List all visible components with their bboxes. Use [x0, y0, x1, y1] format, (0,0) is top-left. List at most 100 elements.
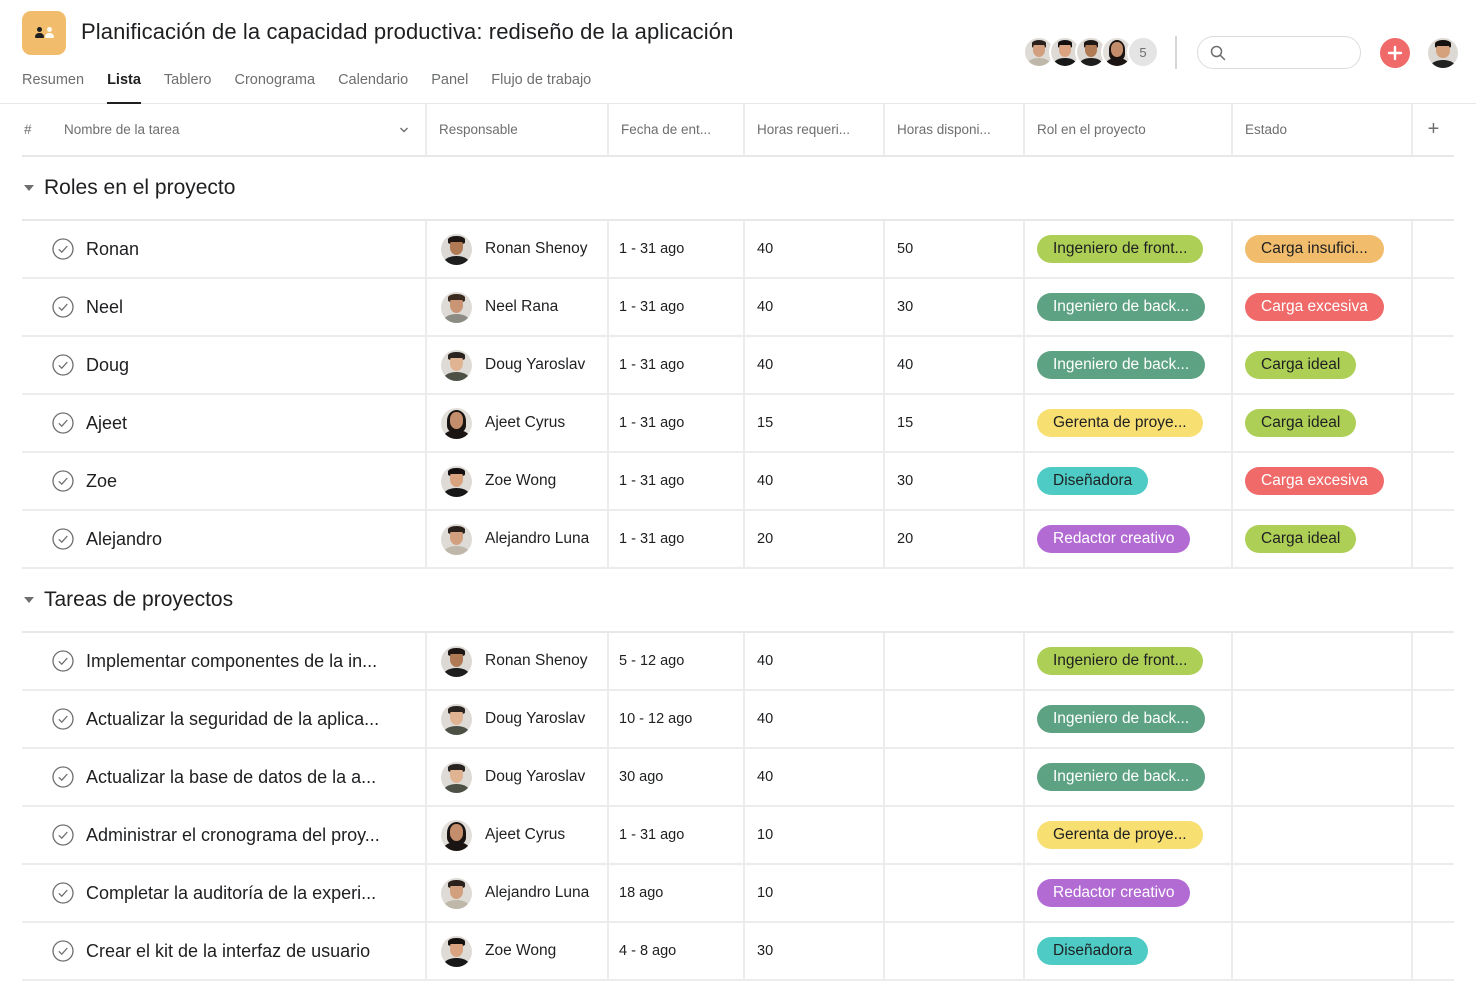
tab-panel[interactable]: Panel: [431, 70, 468, 104]
hours-required-cell[interactable]: 40: [745, 453, 885, 509]
column-header-hours-required[interactable]: Horas requeri...: [745, 104, 885, 155]
state-cell[interactable]: [1233, 749, 1413, 805]
due-date-cell[interactable]: 1 - 31 ago: [609, 511, 745, 567]
column-header-role[interactable]: Rol en el proyecto: [1025, 104, 1233, 155]
hours-available-cell[interactable]: 40: [885, 337, 1025, 393]
hours-available-cell[interactable]: 15: [885, 395, 1025, 451]
role-cell[interactable]: Ingeniero de back...: [1025, 279, 1233, 335]
add-button[interactable]: [1380, 38, 1410, 68]
tab-lista[interactable]: Lista: [107, 70, 141, 104]
collapse-triangle-icon[interactable]: [24, 597, 34, 603]
role-cell[interactable]: Redactor creativo: [1025, 865, 1233, 921]
hours-required-cell[interactable]: 15: [745, 395, 885, 451]
hours-required-cell[interactable]: 10: [745, 807, 885, 863]
role-cell[interactable]: Ingeniero de back...: [1025, 691, 1233, 747]
hours-required-cell[interactable]: 30: [745, 923, 885, 979]
state-cell[interactable]: Carga insufici...: [1233, 221, 1413, 277]
hours-required-cell[interactable]: 20: [745, 511, 885, 567]
due-date-cell[interactable]: 1 - 31 ago: [609, 337, 745, 393]
role-cell[interactable]: Ingeniero de front...: [1025, 633, 1233, 689]
due-date-cell[interactable]: 1 - 31 ago: [609, 279, 745, 335]
check-circle-icon[interactable]: [52, 766, 74, 788]
section-title[interactable]: Tareas de proyectos: [44, 588, 233, 612]
state-tag[interactable]: Carga excesiva: [1245, 293, 1384, 321]
people-icon[interactable]: [22, 11, 66, 55]
role-cell[interactable]: Ingeniero de front...: [1025, 221, 1233, 277]
state-cell[interactable]: Carga ideal: [1233, 337, 1413, 393]
task-name[interactable]: Implementar componentes de la in...: [86, 651, 377, 672]
assignee-cell[interactable]: Doug Yaroslav: [427, 691, 609, 747]
check-circle-icon[interactable]: [52, 528, 74, 550]
check-circle-icon[interactable]: [52, 650, 74, 672]
task-name-cell[interactable]: Ronan: [22, 221, 427, 277]
task-name-cell[interactable]: Actualizar la seguridad de la aplica...: [22, 691, 427, 747]
check-circle-icon[interactable]: [52, 940, 74, 962]
tab-cronograma[interactable]: Cronograma: [234, 70, 315, 104]
role-tag[interactable]: Gerenta de proye...: [1037, 821, 1203, 849]
assignee-cell[interactable]: Ajeet Cyrus: [427, 395, 609, 451]
state-cell[interactable]: [1233, 923, 1413, 979]
hours-available-cell[interactable]: 30: [885, 279, 1025, 335]
role-tag[interactable]: Ingeniero de front...: [1037, 647, 1204, 675]
hours-required-cell[interactable]: 40: [745, 749, 885, 805]
check-circle-icon[interactable]: [52, 470, 74, 492]
hours-available-cell[interactable]: [885, 923, 1025, 979]
check-circle-icon[interactable]: [52, 412, 74, 434]
hours-available-cell[interactable]: [885, 807, 1025, 863]
state-cell[interactable]: [1233, 865, 1413, 921]
task-name[interactable]: Ajeet: [86, 413, 127, 434]
state-cell[interactable]: Carga excesiva: [1233, 453, 1413, 509]
task-row[interactable]: Alejandro Alejandro Luna 1 - 31 ago 20 2…: [22, 511, 1454, 569]
tab-resumen[interactable]: Resumen: [22, 70, 84, 104]
hours-available-cell[interactable]: [885, 633, 1025, 689]
task-name[interactable]: Doug: [86, 355, 129, 376]
role-cell[interactable]: Gerenta de proye...: [1025, 395, 1233, 451]
task-row[interactable]: Actualizar la seguridad de la aplica... …: [22, 691, 1454, 749]
state-cell[interactable]: Carga ideal: [1233, 395, 1413, 451]
task-name-cell[interactable]: Zoe: [22, 453, 427, 509]
role-tag[interactable]: Ingeniero de back...: [1037, 705, 1206, 733]
due-date-cell[interactable]: 4 - 8 ago: [609, 923, 745, 979]
due-date-cell[interactable]: 1 - 31 ago: [609, 453, 745, 509]
column-header-due-date[interactable]: Fecha de ent...: [609, 104, 745, 155]
role-tag[interactable]: Diseñadora: [1037, 937, 1149, 965]
role-tag[interactable]: Gerenta de proye...: [1037, 409, 1203, 437]
members-count[interactable]: 5: [1127, 36, 1159, 68]
check-circle-icon[interactable]: [52, 354, 74, 376]
state-tag[interactable]: Carga ideal: [1245, 409, 1357, 437]
assignee-cell[interactable]: Alejandro Luna: [427, 865, 609, 921]
check-circle-icon[interactable]: [52, 882, 74, 904]
hours-required-cell[interactable]: 40: [745, 279, 885, 335]
due-date-cell[interactable]: 18 ago: [609, 865, 745, 921]
task-name[interactable]: Crear el kit de la interfaz de usuario: [86, 941, 370, 962]
role-cell[interactable]: Ingeniero de back...: [1025, 749, 1233, 805]
state-tag[interactable]: Carga ideal: [1245, 351, 1357, 379]
column-header-hours-available[interactable]: Horas disponi...: [885, 104, 1025, 155]
chevron-down-icon[interactable]: [399, 125, 409, 135]
state-cell[interactable]: [1233, 807, 1413, 863]
task-row[interactable]: Doug Doug Yaroslav 1 - 31 ago 40 40 Inge…: [22, 337, 1454, 395]
due-date-cell[interactable]: 30 ago: [609, 749, 745, 805]
role-cell[interactable]: Diseñadora: [1025, 923, 1233, 979]
hours-required-cell[interactable]: 40: [745, 221, 885, 277]
due-date-cell[interactable]: 1 - 31 ago: [609, 221, 745, 277]
role-tag[interactable]: Redactor creativo: [1037, 525, 1191, 553]
hours-available-cell[interactable]: [885, 691, 1025, 747]
due-date-cell[interactable]: 1 - 31 ago: [609, 395, 745, 451]
hours-available-cell[interactable]: [885, 749, 1025, 805]
state-tag[interactable]: Carga excesiva: [1245, 467, 1384, 495]
role-cell[interactable]: Ingeniero de back...: [1025, 337, 1233, 393]
task-row[interactable]: Ajeet Ajeet Cyrus 1 - 31 ago 15 15 Geren…: [22, 395, 1454, 453]
task-row[interactable]: Administrar el cronograma del proy... Aj…: [22, 807, 1454, 865]
section-title[interactable]: Roles en el proyecto: [44, 176, 235, 200]
assignee-cell[interactable]: Ronan Shenoy: [427, 633, 609, 689]
role-tag[interactable]: Ingeniero de back...: [1037, 763, 1206, 791]
add-column-button[interactable]: +: [1413, 104, 1454, 155]
assignee-cell[interactable]: Doug Yaroslav: [427, 337, 609, 393]
user-avatar[interactable]: [1428, 38, 1458, 68]
assignee-cell[interactable]: Zoe Wong: [427, 453, 609, 509]
due-date-cell[interactable]: 5 - 12 ago: [609, 633, 745, 689]
check-circle-icon[interactable]: [52, 238, 74, 260]
task-name[interactable]: Neel: [86, 297, 123, 318]
role-tag[interactable]: Ingeniero de back...: [1037, 351, 1206, 379]
